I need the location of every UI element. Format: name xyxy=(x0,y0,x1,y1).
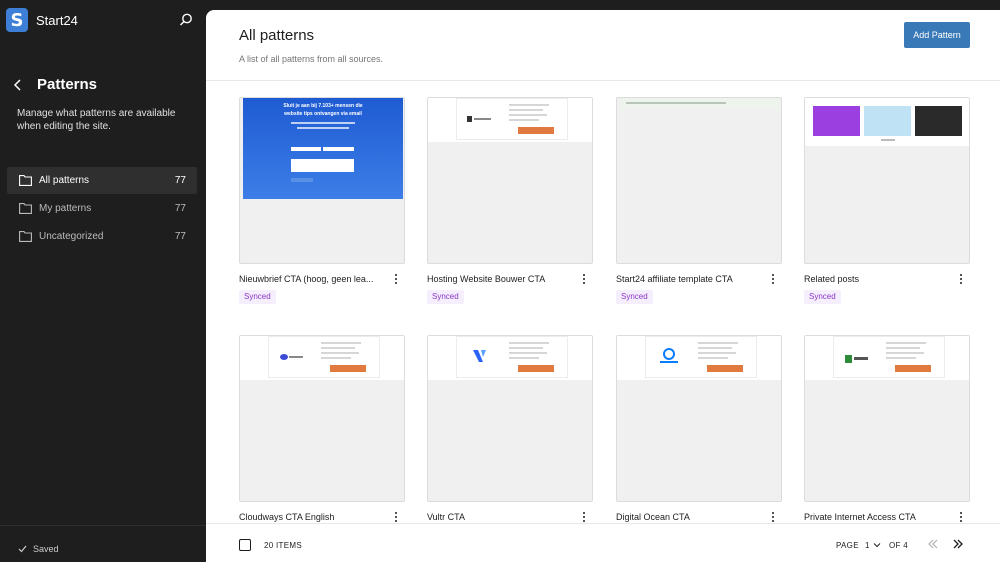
hostinger-logo-icon xyxy=(467,116,491,122)
page-title: All patterns xyxy=(239,27,315,44)
more-vertical-icon[interactable] xyxy=(579,273,589,285)
sidebar-item-label: My patterns xyxy=(39,203,92,214)
pattern-preview[interactable] xyxy=(616,97,782,264)
more-vertical-icon[interactable] xyxy=(768,511,778,523)
main-panel: All patterns A list of all patterns from… xyxy=(206,10,1000,562)
folder-icon xyxy=(19,203,32,214)
site-logo: S xyxy=(6,8,28,32)
synced-badge: Synced xyxy=(239,290,276,304)
pattern-preview[interactable]: Sluit je aan bij 7.103+ mensen die websi… xyxy=(239,97,405,264)
sidebar-item-label: All patterns xyxy=(39,175,90,186)
more-vertical-icon[interactable] xyxy=(768,273,778,285)
sidebar-item-count: 77 xyxy=(174,231,186,242)
pattern-preview[interactable] xyxy=(239,335,405,502)
pattern-name[interactable]: Private Internet Access CTA xyxy=(804,512,950,522)
sidebar-item-all-patterns[interactable]: All patterns 77 xyxy=(7,167,197,194)
more-vertical-icon[interactable] xyxy=(579,511,589,523)
pattern-card[interactable]: Sluit je aan bij 7.103+ mensen die websi… xyxy=(239,97,405,304)
add-pattern-button[interactable]: Add Pattern xyxy=(904,22,970,48)
pattern-name[interactable]: Vultr CTA xyxy=(427,512,573,522)
saved-status: Saved xyxy=(18,544,59,554)
pattern-card[interactable]: Cloudways CTA English xyxy=(239,335,405,522)
pattern-preview[interactable] xyxy=(616,335,782,502)
cta-preview xyxy=(645,336,757,378)
cta-preview xyxy=(268,336,380,378)
newsletter-preview: Sluit je aan bij 7.103+ mensen die websi… xyxy=(243,98,403,199)
page-select[interactable]: 1 xyxy=(865,541,869,550)
pattern-name[interactable]: Related posts xyxy=(804,274,950,284)
saved-label: Saved xyxy=(33,544,59,554)
folder-icon xyxy=(19,231,32,242)
check-icon xyxy=(18,545,27,553)
folder-icon xyxy=(19,175,32,186)
pattern-card[interactable]: Start24 affiliate template CTA Synced xyxy=(616,97,782,304)
preview-heading: Sluit je aan bij 7.103+ mensen die xyxy=(283,103,363,109)
more-vertical-icon[interactable] xyxy=(391,273,401,285)
sidebar-item-count: 77 xyxy=(174,203,186,214)
sidebar-item-uncategorized[interactable]: Uncategorized 77 xyxy=(7,223,197,250)
page-total: OF 4 xyxy=(889,541,908,550)
pattern-name[interactable]: Digital Ocean CTA xyxy=(616,512,762,522)
preview-heading: website tips ontvangen via email xyxy=(284,111,362,117)
next-page-icon[interactable] xyxy=(952,538,964,550)
more-vertical-icon[interactable] xyxy=(956,511,966,523)
pattern-name[interactable]: Cloudways CTA English xyxy=(239,512,385,522)
pattern-preview[interactable] xyxy=(427,335,593,502)
synced-badge: Synced xyxy=(616,290,653,304)
sidebar-title: Patterns xyxy=(37,76,98,93)
more-vertical-icon[interactable] xyxy=(391,511,401,523)
sidebar: S Start24 Patterns Manage what patterns … xyxy=(0,0,206,562)
pattern-card[interactable]: Vultr CTA xyxy=(427,335,593,522)
pattern-card[interactable]: Private Internet Access CTA xyxy=(804,335,970,522)
cloudways-logo-icon xyxy=(280,354,303,360)
pattern-card[interactable]: Digital Ocean CTA xyxy=(616,335,782,522)
pattern-name[interactable]: Hosting Website Bouwer CTA xyxy=(427,274,573,284)
more-vertical-icon[interactable] xyxy=(956,273,966,285)
digitalocean-logo-icon xyxy=(660,348,678,363)
pia-logo-icon xyxy=(845,355,868,363)
chevron-left-icon[interactable] xyxy=(10,77,26,93)
cta-preview xyxy=(456,98,568,140)
pattern-preview[interactable] xyxy=(427,97,593,264)
previous-page-icon[interactable] xyxy=(927,538,939,550)
sidebar-description: Manage what patterns are available when … xyxy=(17,108,176,132)
items-count: 20 ITEMS xyxy=(264,541,302,550)
cta-preview xyxy=(833,336,945,378)
synced-badge: Synced xyxy=(804,290,841,304)
page-label: PAGE xyxy=(836,541,859,550)
search-icon[interactable] xyxy=(178,12,194,28)
divider xyxy=(206,80,1000,81)
pattern-preview[interactable] xyxy=(804,335,970,502)
chevron-down-icon[interactable] xyxy=(873,541,881,549)
site-brand[interactable]: S Start24 xyxy=(6,8,78,32)
pattern-card[interactable]: Related posts Synced xyxy=(804,97,970,304)
synced-badge: Synced xyxy=(427,290,464,304)
cta-preview xyxy=(456,336,568,378)
pattern-name[interactable]: Nieuwbrief CTA (hoog, geen lea... xyxy=(239,274,385,284)
sidebar-item-my-patterns[interactable]: My patterns 77 xyxy=(7,195,197,222)
pattern-card[interactable]: Hosting Website Bouwer CTA Synced xyxy=(427,97,593,304)
sidebar-item-label: Uncategorized xyxy=(39,231,104,242)
select-all-checkbox[interactable] xyxy=(239,539,251,551)
site-name: Start24 xyxy=(36,12,78,28)
sidebar-item-count: 77 xyxy=(174,175,186,186)
vultr-logo-icon xyxy=(473,350,486,362)
page-subtitle: A list of all patterns from all sources. xyxy=(239,54,384,64)
pattern-name[interactable]: Start24 affiliate template CTA xyxy=(616,274,762,284)
divider xyxy=(0,525,206,526)
pattern-preview[interactable] xyxy=(804,97,970,264)
